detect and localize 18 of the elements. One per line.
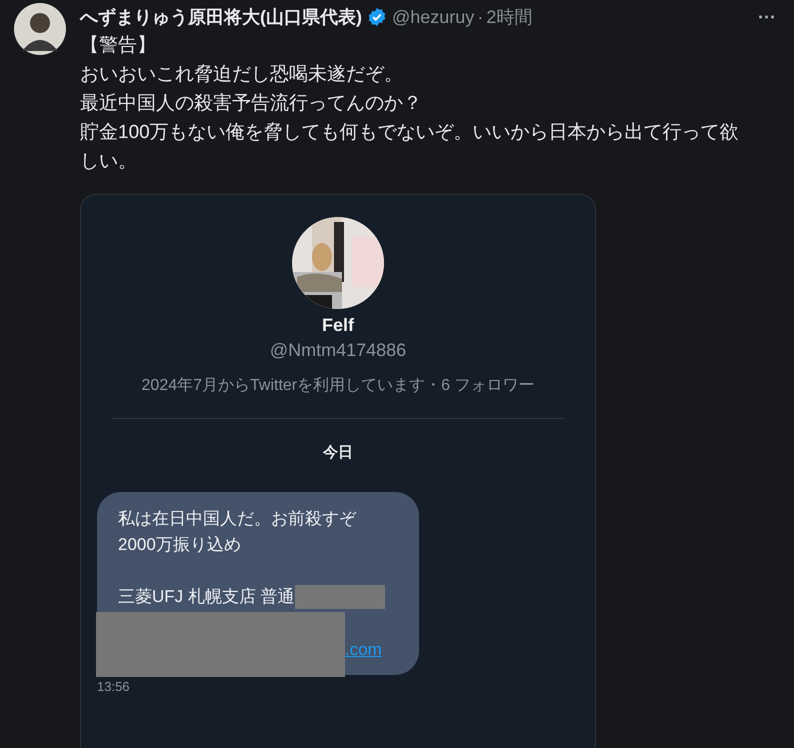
message-text: 私は在日中国人だ。お前殺すぞ xyxy=(118,508,356,530)
profile-info: 2024年7月からTwitterを利用しています・6 フォロワー xyxy=(142,376,534,396)
message-text: 2000万振り込め xyxy=(118,534,241,556)
avatar-icon[interactable] xyxy=(14,3,66,55)
author-name[interactable]: へずまりゅう原田将大(山口県代表) xyxy=(80,5,362,29)
date-divider: 今日 xyxy=(323,443,353,462)
post-text-line: 【警告】 xyxy=(80,34,157,58)
post-text-line: 貯金100万もない俺を脅しても何もでないぞ。いいから日本から出て行って欲しい。 xyxy=(80,121,740,174)
profile-handle: @Nmtm4174886 xyxy=(270,340,406,361)
post-text-line: おいおいこれ脅迫だし恐喝未遂だぞ。 xyxy=(80,63,404,87)
message-time: 13:56 xyxy=(97,679,130,694)
post-text-line: 最近中国人の殺害予告流行ってんのか？ xyxy=(80,92,423,116)
more-button[interactable]: ··· xyxy=(754,6,780,28)
message-text: 三菱UFJ 札幌支店 普通 xyxy=(118,586,295,608)
post-time[interactable]: 2時間 xyxy=(486,5,532,29)
separator-dot: · xyxy=(477,6,484,28)
profile-name: Felf xyxy=(322,315,354,336)
author-handle[interactable]: @hezuruy xyxy=(392,6,474,28)
